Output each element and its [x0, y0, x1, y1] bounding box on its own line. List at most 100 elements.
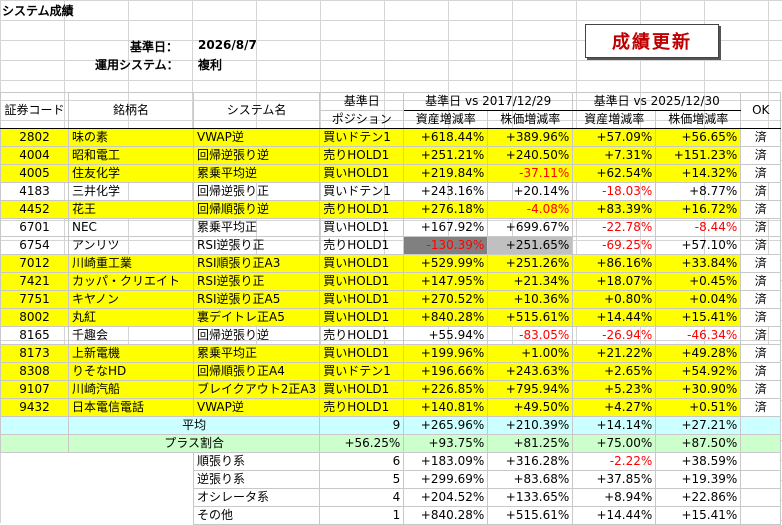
cell-position[interactable]: 買いドテン1 — [319, 128, 405, 147]
cell-asset2[interactable]: +57.09% — [572, 128, 657, 147]
cell-price1[interactable]: +20.14% — [487, 182, 574, 201]
cell-price1[interactable]: -83.05% — [487, 326, 574, 345]
cell-price2[interactable]: +0.04% — [655, 290, 742, 309]
cell-price1[interactable]: +251.65% — [487, 236, 574, 255]
cell-asset2[interactable]: +7.31% — [572, 146, 657, 165]
cell-asset2[interactable]: -69.25% — [572, 236, 657, 255]
table-row[interactable]: 8173 上新電機 累乗平均正 買いHOLD1 +199.96% +1.00% +21.22… — [0, 344, 782, 363]
cell-code[interactable]: 4004 — [0, 146, 69, 165]
cell-system[interactable]: 回帰逆張り正 — [192, 182, 321, 201]
cell-name[interactable]: 味の素 — [68, 128, 194, 147]
cell-position[interactable]: 売りHOLD1 — [319, 398, 405, 417]
cell-price2[interactable]: +33.84% — [655, 254, 742, 273]
cell-asset2[interactable]: +18.07% — [572, 272, 657, 291]
cell-code[interactable]: 8002 — [0, 308, 69, 327]
cell-code[interactable]: 4452 — [0, 200, 69, 219]
cell-name[interactable]: カッパ・クリエイト — [68, 272, 194, 291]
cell-price2[interactable]: -8.44% — [655, 218, 742, 237]
cell-position[interactable]: 買いHOLD1 — [319, 218, 405, 237]
cell-code[interactable]: 7751 — [0, 290, 69, 309]
cell-price1[interactable]: +49.50% — [487, 398, 574, 417]
cell-price1[interactable]: +1.00% — [487, 344, 574, 363]
cell-asset1[interactable]: +618.44% — [403, 128, 489, 147]
cell-asset1[interactable]: +140.81% — [403, 398, 489, 417]
cell-system[interactable]: RSI逆張り正 — [192, 272, 321, 291]
cell-code[interactable]: 6701 — [0, 218, 69, 237]
cell-price1[interactable]: +243.63% — [487, 362, 574, 381]
cell-name[interactable]: 川崎重工業 — [68, 254, 194, 273]
cell-position[interactable]: 売りHOLD1 — [319, 200, 405, 219]
cell-name[interactable]: 花王 — [68, 200, 194, 219]
cell-system[interactable]: VWAP逆 — [192, 398, 321, 417]
cell-position[interactable]: 買いHOLD1 — [319, 272, 405, 291]
cell-asset1[interactable]: +219.84% — [403, 164, 489, 183]
cell-name[interactable]: 川崎汽船 — [68, 380, 194, 399]
cell-name[interactable]: 住友化学 — [68, 164, 194, 183]
table-row[interactable]: 8165 千趣会 回帰逆張り逆 売りHOLD1 +55.94% -83.05% -26.94… — [0, 326, 782, 345]
cell-code[interactable]: 4005 — [0, 164, 69, 183]
cell-name[interactable]: 三井化学 — [68, 182, 194, 201]
table-row[interactable]: 7421 カッパ・クリエイト RSI逆張り正 買いHOLD1 +147.95% +21.3… — [0, 272, 782, 291]
cell-name[interactable]: 上新電機 — [68, 344, 194, 363]
cell-price1[interactable]: +21.34% — [487, 272, 574, 291]
cell-system[interactable]: 累乗平均正 — [192, 218, 321, 237]
cell-code[interactable]: 6754 — [0, 236, 69, 255]
cell-price2[interactable]: +0.51% — [655, 398, 742, 417]
cell-system[interactable]: RSI逆張り正A5 — [192, 290, 321, 309]
cell-asset1[interactable]: +270.52% — [403, 290, 489, 309]
update-results-button[interactable]: 成績更新 — [585, 24, 719, 58]
cell-price2[interactable]: +8.77% — [655, 182, 742, 201]
table-row[interactable]: 6701 NEC 累乗平均正 買いHOLD1 +167.92% +699.67% -22.7… — [0, 218, 782, 237]
cell-asset1[interactable]: +243.16% — [403, 182, 489, 201]
cell-position[interactable]: 買いドテン1 — [319, 182, 405, 201]
cell-name[interactable]: 日本電信電話 — [68, 398, 194, 417]
table-row[interactable]: 4004 昭和電工 回帰逆張り逆 売りHOLD1 +251.21% +240.50% +7.… — [0, 146, 782, 165]
cell-price2[interactable]: +15.41% — [655, 308, 742, 327]
cell-position[interactable]: 買いHOLD1 — [319, 380, 405, 399]
cell-position[interactable]: 売りHOLD1 — [319, 326, 405, 345]
cell-system[interactable]: 回帰順張り正A4 — [192, 362, 321, 381]
table-row[interactable]: 7751 キヤノン RSI逆張り正A5 買いHOLD1 +270.52% +10.36% +… — [0, 290, 782, 309]
table-row[interactable]: 9107 川崎汽船 ブレイクアウト2正A3 買いHOLD1 +226.85% +795.9… — [0, 380, 782, 399]
cell-name[interactable]: 千趣会 — [68, 326, 194, 345]
cell-price2[interactable]: +49.28% — [655, 344, 742, 363]
cell-system[interactable]: 回帰逆張り逆 — [192, 326, 321, 345]
cell-ok[interactable]: 済 — [740, 146, 782, 165]
cell-asset2[interactable]: +62.54% — [572, 164, 657, 183]
cell-price1[interactable]: +389.96% — [487, 128, 574, 147]
cell-ok[interactable]: 済 — [740, 344, 782, 363]
table-row[interactable]: 4005 住友化学 累乗平均逆 買いHOLD1 +219.84% -37.11% +62.5… — [0, 164, 782, 183]
cell-asset1[interactable]: +196.66% — [403, 362, 489, 381]
cell-position[interactable]: 買いHOLD1 — [319, 344, 405, 363]
cell-price2[interactable]: +0.45% — [655, 272, 742, 291]
cell-asset1[interactable]: +251.21% — [403, 146, 489, 165]
cell-system[interactable]: RSI逆張り正 — [192, 236, 321, 255]
cell-asset1[interactable]: +167.92% — [403, 218, 489, 237]
cell-asset2[interactable]: +5.23% — [572, 380, 657, 399]
cell-system[interactable]: 裏デイトレ正A5 — [192, 308, 321, 327]
cell-position[interactable]: 買いHOLD1 — [319, 308, 405, 327]
cell-name[interactable]: りそなHD — [68, 362, 194, 381]
cell-name[interactable]: アンリツ — [68, 236, 194, 255]
cell-asset1[interactable]: -130.39% — [403, 236, 489, 255]
cell-ok[interactable]: 済 — [740, 200, 782, 219]
cell-name[interactable]: NEC — [68, 218, 194, 237]
cell-ok[interactable]: 済 — [740, 362, 782, 381]
table-row[interactable]: 9432 日本電信電話 VWAP逆 売りHOLD1 +140.81% +49.50% +4.… — [0, 398, 782, 417]
table-row[interactable]: 4183 三井化学 回帰逆張り正 買いドテン1 +243.16% +20.14% -18.0… — [0, 182, 782, 201]
cell-system[interactable]: 回帰順張り逆 — [192, 200, 321, 219]
cell-ok[interactable]: 済 — [740, 218, 782, 237]
cell-asset2[interactable]: +21.22% — [572, 344, 657, 363]
cell-price2[interactable]: +54.92% — [655, 362, 742, 381]
table-row[interactable]: 2802 味の素 VWAP逆 買いドテン1 +618.44% +389.96% +57.09… — [0, 128, 782, 147]
cell-code[interactable]: 2802 — [0, 128, 69, 147]
cell-ok[interactable]: 済 — [740, 164, 782, 183]
cell-system[interactable]: VWAP逆 — [192, 128, 321, 147]
cell-name[interactable]: 昭和電工 — [68, 146, 194, 165]
cell-ok[interactable]: 済 — [740, 272, 782, 291]
cell-asset2[interactable]: -26.94% — [572, 326, 657, 345]
table-row[interactable]: 4452 花王 回帰順張り逆 売りHOLD1 +276.18% -4.08% +83.39%… — [0, 200, 782, 219]
cell-position[interactable]: 買いHOLD1 — [319, 254, 405, 273]
cell-asset2[interactable]: +14.44% — [572, 308, 657, 327]
table-row[interactable]: 8002 丸紅 裏デイトレ正A5 買いHOLD1 +840.28% +515.61% +14… — [0, 308, 782, 327]
